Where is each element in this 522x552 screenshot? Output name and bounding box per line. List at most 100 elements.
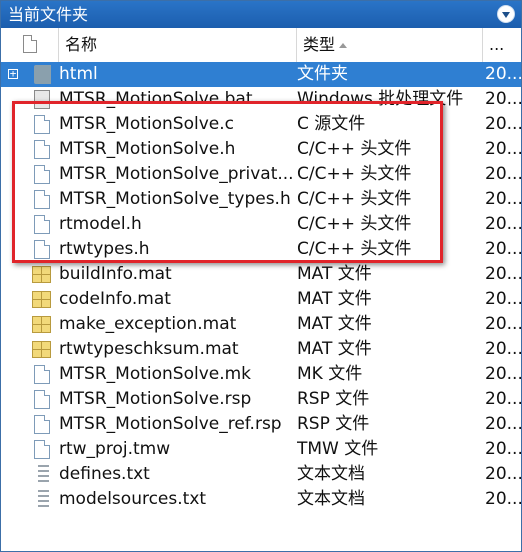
file-row[interactable]: MTSR_MotionSolve.h C/C++ 头文件 20... <box>1 137 521 162</box>
file-row[interactable]: MTSR_MotionSolve_privat... C/C++ 头文件 20... <box>1 162 521 187</box>
file-type: C/C++ 头文件 <box>297 189 412 209</box>
file-icon <box>34 365 50 384</box>
file-row[interactable]: MTSR_MotionSolve.mk MK 文件 20... <box>1 362 521 387</box>
file-row[interactable]: defines.txt 文本文档 20... <box>1 462 521 487</box>
column-name-label: 名称 <box>65 35 98 54</box>
mat-file-icon <box>32 316 51 333</box>
file-row[interactable]: codeInfo.mat MAT 文件 20... <box>1 287 521 312</box>
file-row[interactable]: rtw_proj.tmw TMW 文件 20... <box>1 437 521 462</box>
column-header-type[interactable]: 类型 <box>297 28 483 62</box>
file-name: MTSR_MotionSolve.rsp <box>59 389 252 409</box>
file-icon <box>34 165 50 184</box>
file-row[interactable]: buildInfo.mat MAT 文件 20... <box>1 262 521 287</box>
file-date: 20... <box>485 464 521 484</box>
file-row[interactable]: MTSR_MotionSolve.bat Windows 批处理文件 20... <box>1 87 521 112</box>
file-row[interactable]: rtmodel.h C/C++ 头文件 20... <box>1 212 521 237</box>
file-date: 20... <box>485 339 521 359</box>
file-type: C/C++ 头文件 <box>297 139 412 159</box>
file-icon <box>34 140 50 159</box>
text-file-icon <box>35 465 49 484</box>
file-name: rtwtypes.h <box>59 239 150 259</box>
file-type: MAT 文件 <box>297 339 372 359</box>
file-date: 20... <box>485 364 521 384</box>
sort-ascending-icon <box>339 43 348 48</box>
column-header-date[interactable]: ... <box>483 28 521 62</box>
file-icon <box>34 215 50 234</box>
file-date: 20... <box>485 139 521 159</box>
file-date: 20... <box>485 64 521 84</box>
file-date: 20... <box>485 114 521 134</box>
file-type: 文本文档 <box>297 489 365 509</box>
file-name: buildInfo.mat <box>59 264 172 284</box>
file-icon <box>34 415 50 434</box>
file-date: 20... <box>485 189 521 209</box>
file-type: MAT 文件 <box>297 264 372 284</box>
file-type: Windows 批处理文件 <box>297 89 464 109</box>
file-date: 20... <box>485 239 521 259</box>
file-row[interactable]: modelsources.txt 文本文档 20... <box>1 487 521 512</box>
current-folder-panel: 当前文件夹 名称 类型 ... + html 文件夹 20... MTSR_Motion… <box>0 0 522 552</box>
file-type: C/C++ 头文件 <box>297 164 412 184</box>
file-row[interactable]: rtwtypeschksum.mat MAT 文件 20... <box>1 337 521 362</box>
file-row[interactable]: MTSR_MotionSolve_ref.rsp RSP 文件 20... <box>1 412 521 437</box>
file-type: MAT 文件 <box>297 289 372 309</box>
file-date: 20... <box>485 489 521 509</box>
file-type: C/C++ 头文件 <box>297 214 412 234</box>
file-name: rtwtypeschksum.mat <box>59 339 239 359</box>
file-row[interactable]: MTSR_MotionSolve.c C 源文件 20... <box>1 112 521 137</box>
mat-file-icon <box>32 266 51 283</box>
folder-icon <box>34 65 51 84</box>
file-name: rtw_proj.tmw <box>59 439 171 459</box>
file-name: MTSR_MotionSolve_ref.rsp <box>59 414 282 434</box>
file-date: 20... <box>485 439 521 459</box>
mat-file-icon <box>32 341 51 358</box>
file-name: MTSR_MotionSolve_types.h <box>59 189 291 209</box>
file-name: MTSR_MotionSolve.c <box>59 114 234 134</box>
column-date-label: ... <box>489 35 505 54</box>
column-header-name[interactable]: 名称 <box>59 28 297 62</box>
file-row[interactable]: + html 文件夹 20... <box>1 62 521 87</box>
file-icon <box>34 240 50 259</box>
file-type: MAT 文件 <box>297 314 372 334</box>
file-icon <box>34 440 50 459</box>
file-name: MTSR_MotionSolve.mk <box>59 364 252 384</box>
file-row[interactable]: MTSR_MotionSolve_types.h C/C++ 头文件 20... <box>1 187 521 212</box>
column-header-icon[interactable] <box>1 28 59 62</box>
expand-icon[interactable]: + <box>8 68 18 79</box>
file-name: MTSR_MotionSolve.bat <box>59 89 253 109</box>
file-type: 文件夹 <box>297 64 348 84</box>
file-type-icon <box>23 35 37 53</box>
file-icon <box>34 190 50 209</box>
file-icon <box>34 115 50 134</box>
file-name: MTSR_MotionSolve_privat... <box>59 164 294 184</box>
file-date: 20... <box>485 214 521 234</box>
file-date: 20... <box>485 414 521 434</box>
file-type: TMW 文件 <box>297 439 379 459</box>
file-date: 20... <box>485 289 521 309</box>
file-name: codeInfo.mat <box>59 289 171 309</box>
panel-menu-dropdown-icon[interactable] <box>497 5 515 23</box>
file-type: RSP 文件 <box>297 414 370 434</box>
file-name: defines.txt <box>59 464 150 484</box>
file-type: RSP 文件 <box>297 389 370 409</box>
column-type-label: 类型 <box>303 35 336 54</box>
file-date: 20... <box>485 389 521 409</box>
file-name: modelsources.txt <box>59 489 207 509</box>
file-date: 20... <box>485 264 521 284</box>
panel-titlebar: 当前文件夹 <box>1 1 521 28</box>
file-type: MK 文件 <box>297 364 363 384</box>
file-icon <box>34 390 50 409</box>
file-type: C/C++ 头文件 <box>297 239 412 259</box>
text-file-icon <box>35 490 49 509</box>
file-name: MTSR_MotionSolve.h <box>59 139 236 159</box>
file-name: rtmodel.h <box>59 214 142 234</box>
column-header: 名称 类型 ... <box>1 28 521 63</box>
file-row[interactable]: MTSR_MotionSolve.rsp RSP 文件 20... <box>1 387 521 412</box>
file-row[interactable]: make_exception.mat MAT 文件 20... <box>1 312 521 337</box>
file-date: 20... <box>485 89 521 109</box>
file-date: 20... <box>485 164 521 184</box>
batch-file-icon <box>34 90 50 109</box>
file-row[interactable]: rtwtypes.h C/C++ 头文件 20... <box>1 237 521 262</box>
panel-title: 当前文件夹 <box>8 5 89 24</box>
file-type: 文本文档 <box>297 464 365 484</box>
